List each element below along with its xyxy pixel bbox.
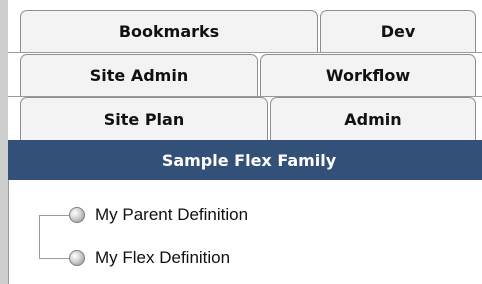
tab-dev[interactable]: Dev [320,10,476,52]
tab-site-plan[interactable]: Site Plan [20,97,268,140]
tree-connector [39,215,40,258]
sphere-icon [69,207,85,223]
left-rail [0,0,8,284]
tree-item-parent-definition[interactable]: My Parent Definition [69,204,248,226]
tab-label: Site Plan [103,109,185,129]
active-tab-label: Sample Flex Family [161,150,337,170]
tab-row-divider [8,52,482,53]
tree-connector [39,215,69,216]
tab-label: Workflow [325,66,411,85]
tab-site-admin[interactable]: Site Admin [20,54,258,96]
tab-bookmarks[interactable]: Bookmarks [20,10,318,52]
tree-item-label: My Flex Definition [95,248,231,267]
tab-navigator-window: Bookmarks Dev Site Admin Workflow Site P… [0,0,482,284]
tab-workflow[interactable]: Workflow [260,54,476,96]
tab-label: Admin [344,109,402,129]
tab-label: Site Admin [89,66,189,85]
tab-sample-flex-family[interactable]: Sample Flex Family [8,140,482,180]
tree-connector [39,258,69,259]
tab-admin[interactable]: Admin [270,97,476,140]
tree-item-flex-definition[interactable]: My Flex Definition [69,247,230,269]
tree-item-label: My Parent Definition [95,205,249,224]
sphere-icon [69,250,85,266]
tab-label: Bookmarks [118,22,220,41]
tree-panel: My Parent Definition My Flex Definition [8,180,482,284]
tab-label: Dev [380,22,416,41]
